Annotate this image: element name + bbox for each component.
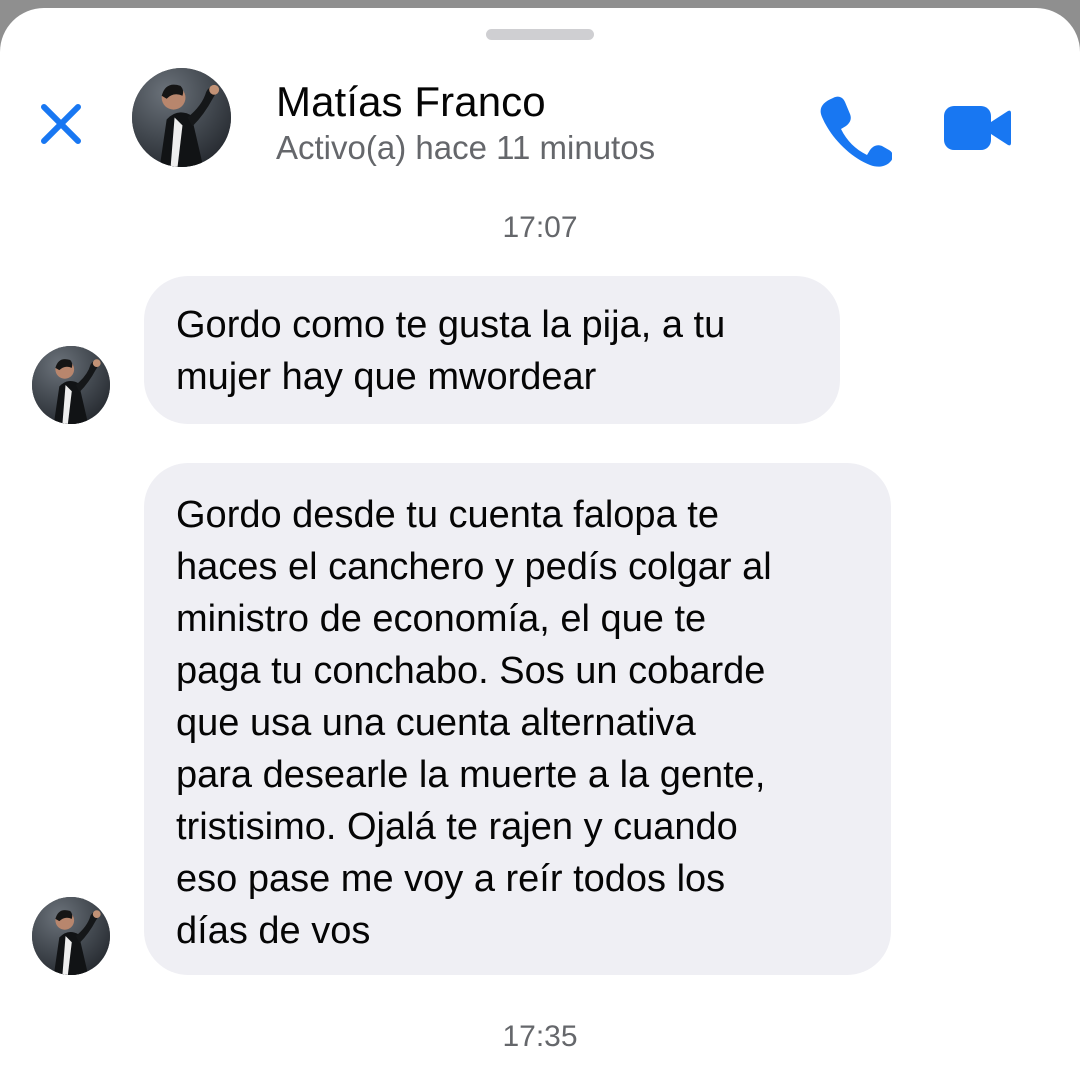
chat-header: Matías Franco Activo(a) hace 11 minutos (0, 63, 1080, 183)
contact-name[interactable]: Matías Franco (276, 73, 546, 131)
close-button[interactable] (34, 97, 88, 151)
messenger-chat-sheet: Matías Franco Activo(a) hace 11 minutos … (0, 8, 1080, 1068)
incoming-message-row: Gordo como te gusta la pija, a tu mujer … (0, 276, 1080, 424)
message-text-line: Gordo como te gusta la pija, a tu (176, 304, 726, 346)
message-text-line: mujer hay que mwordear (176, 356, 597, 398)
message-text-line: Gordo desde tu cuenta falopa te (176, 494, 719, 536)
message-avatar[interactable] (32, 897, 110, 975)
message-text-line: haces el canchero y pedís colgar al (176, 546, 772, 588)
sheet-drag-handle[interactable] (486, 29, 594, 40)
message-timestamp: 17:35 (502, 1020, 578, 1053)
message-text-line: ministro de economía, el que te (176, 598, 707, 640)
phone-icon (820, 96, 892, 167)
message-text-line: para desearle la muerte a la gente, (176, 754, 766, 796)
message-timestamp: 17:07 (502, 211, 578, 244)
video-call-button[interactable] (938, 98, 1014, 158)
message-text-line: eso pase me voy a reír todos los (176, 858, 726, 900)
contact-avatar[interactable] (132, 68, 231, 167)
message-text-line: que usa una cuenta alternativa (176, 702, 696, 744)
message-bubble[interactable]: Gordo como te gusta la pija, a tu mujer … (144, 276, 840, 424)
contact-avatar-icon (132, 68, 231, 167)
contact-avatar-icon (32, 346, 110, 424)
voice-call-button[interactable] (816, 91, 892, 167)
message-avatar[interactable] (32, 346, 110, 424)
message-bubble[interactable]: Gordo desde tu cuenta falopa te haces el… (144, 463, 891, 975)
video-camera-icon (944, 106, 1011, 150)
active-status: Activo(a) hace 11 minutos (276, 129, 656, 166)
message-text-line: tristisimo. Ojalá te rajen y cuando (176, 806, 738, 848)
message-text-line: días de vos (176, 910, 371, 952)
close-icon (41, 104, 81, 144)
incoming-message-row: Gordo desde tu cuenta falopa te haces el… (0, 463, 1080, 975)
contact-avatar-icon (32, 897, 110, 975)
message-text-line: paga tu conchabo. Sos un cobarde (176, 650, 766, 692)
